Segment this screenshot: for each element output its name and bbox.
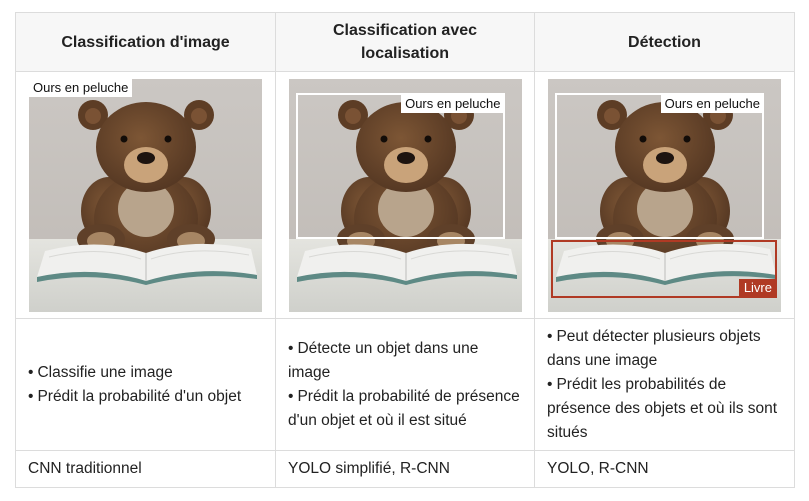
- bounding-box-bear: [555, 92, 764, 239]
- list-item: • Peut détecter plusieurs objets dans une…: [547, 327, 761, 369]
- description-detection: • Peut détecter plusieurs objets dans une…: [534, 318, 795, 451]
- teddy-bear-image-detection: Ours en peluche Livre: [548, 78, 781, 312]
- header-image-classification: Classification d'image: [15, 12, 276, 72]
- list-item: • Prédit la probabilité d'un objet: [28, 387, 242, 405]
- bounding-box-bear: [295, 92, 505, 239]
- teddy-bear-image-classification: Ours en peluche: [29, 78, 262, 312]
- list-item: • Détecte un objet dans une image: [288, 339, 479, 381]
- description-localisation: • Détecte un objet dans une image • Prédit…: [275, 318, 535, 451]
- image-row: Ours en peluche Ours en peluche Ours en …: [15, 71, 795, 319]
- models-row: CNN traditionnel YOLO simplifié, R-CNN Y…: [15, 450, 795, 488]
- image-cell-localisation: Ours en peluche: [275, 71, 535, 319]
- label-book: Livre: [738, 278, 777, 297]
- header-col2-line2: localisation: [360, 45, 450, 62]
- comparison-table: Classification d'image Classification av…: [15, 12, 795, 488]
- teddy-bear-image-localisation: Ours en peluche: [288, 78, 522, 312]
- models-detection: YOLO, R-CNN: [534, 450, 795, 488]
- models-localisation: YOLO simplifié, R-CNN: [275, 450, 535, 488]
- header-classification-localisation: Classification avec localisation: [275, 12, 535, 72]
- description-classification: • Classifie une image • Prédit la probabil…: [15, 318, 276, 451]
- label-teddy-bear: Ours en peluche: [660, 94, 764, 113]
- description-list: • Peut détecter plusieurs objets dans une…: [547, 325, 782, 445]
- teddy-bear-photo: [29, 78, 262, 312]
- image-cell-classification: Ours en peluche: [15, 71, 276, 319]
- header-col2-line1: Classification avec: [332, 22, 478, 39]
- list-item: • Prédit la probabilité de présence d'un …: [288, 387, 520, 429]
- label-teddy-bear: Ours en peluche: [401, 94, 505, 113]
- list-item: • Prédit les probabilités de présence des…: [547, 375, 778, 441]
- models-classification: CNN traditionnel: [15, 450, 276, 488]
- list-item: • Classifie une image: [28, 363, 173, 381]
- header-row: Classification d'image Classification av…: [15, 12, 795, 72]
- label-teddy-bear: Ours en peluche: [29, 78, 133, 97]
- image-cell-detection: Ours en peluche Livre: [534, 71, 795, 319]
- description-list: • Classifie une image • Prédit la probabil…: [28, 361, 263, 409]
- header-detection: Détection: [534, 12, 795, 72]
- description-list: • Détecte un objet dans une image • Prédit…: [288, 337, 522, 433]
- description-row: • Classifie une image • Prédit la probabil…: [15, 318, 795, 451]
